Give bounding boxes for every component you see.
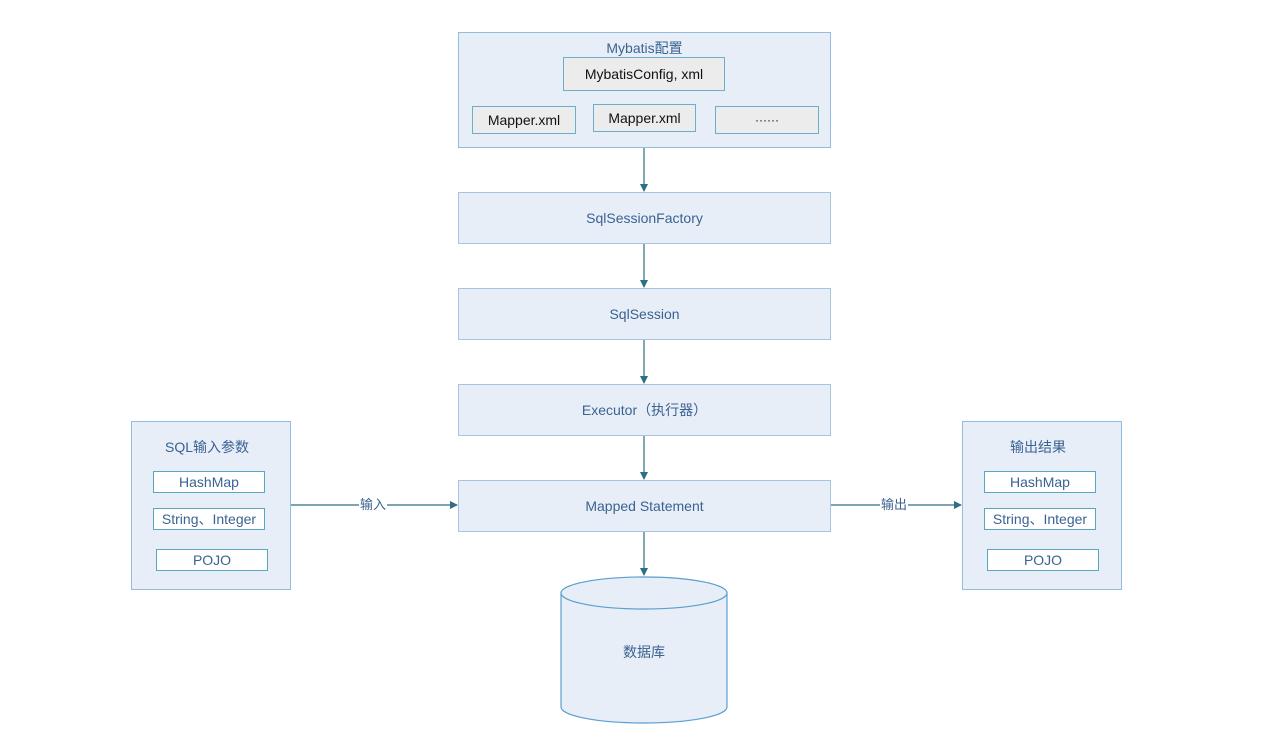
mapped-statement-box: Mapped Statement — [458, 480, 831, 532]
mybatis-config-group: Mybatis配置 MybatisConfig, xml Mapper.xml … — [458, 32, 831, 148]
output-results-group: 输出结果 HashMap String、Integer POJO — [962, 421, 1122, 590]
mybatis-config-file: MybatisConfig, xml — [563, 57, 725, 91]
input-item-hashmap: HashMap — [153, 471, 265, 493]
output-group-title: 输出结果 — [1010, 439, 1066, 455]
database-label: 数据库 — [623, 644, 665, 660]
config-group-title: Mybatis配置 — [606, 40, 683, 56]
output-item-pojo: POJO — [987, 549, 1099, 571]
input-group-title: SQL输入参数 — [164, 439, 249, 455]
executor-box: Executor（执行器） — [458, 384, 831, 436]
sql-session-factory-box: SqlSessionFactory — [458, 192, 831, 244]
output-edge-label: 输出 — [880, 497, 909, 512]
mapper-file-more: ······ — [715, 106, 819, 134]
output-item-hashmap: HashMap — [984, 471, 1096, 493]
sql-input-params-group: SQL输入参数 HashMap String、Integer POJO — [131, 421, 291, 590]
input-item-pojo: POJO — [156, 549, 268, 571]
input-item-string-integer: String、Integer — [153, 508, 265, 530]
mapper-file-2: Mapper.xml — [593, 104, 696, 132]
input-edge-label: 输入 — [359, 497, 388, 512]
mapper-file-1: Mapper.xml — [472, 106, 576, 134]
output-item-string-integer: String、Integer — [984, 508, 1096, 530]
sql-session-box: SqlSession — [458, 288, 831, 340]
